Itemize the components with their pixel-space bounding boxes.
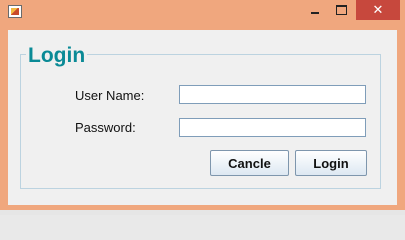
minimize-button[interactable] [304,0,326,20]
password-field[interactable] [179,118,366,137]
close-button[interactable]: ✕ [356,0,400,20]
maximize-icon [335,5,347,15]
maximize-button[interactable] [330,0,352,20]
login-heading: Login [26,44,88,68]
password-label: Password: [75,120,136,135]
content-panel: Login User Name: Password: Cancle Login [8,30,397,205]
bottom-edge [0,210,405,215]
login-button[interactable]: Login [295,150,367,176]
username-label: User Name: [75,88,145,103]
username-field[interactable] [179,85,366,104]
app-window: ✕ Login User Name: Password: Cancle Logi… [0,0,405,210]
close-icon: ✕ [372,2,384,18]
cancel-button[interactable]: Cancle [210,150,289,176]
minimize-icon [311,12,319,14]
title-bar[interactable]: ✕ [0,0,405,22]
java-app-icon[interactable] [8,5,22,18]
